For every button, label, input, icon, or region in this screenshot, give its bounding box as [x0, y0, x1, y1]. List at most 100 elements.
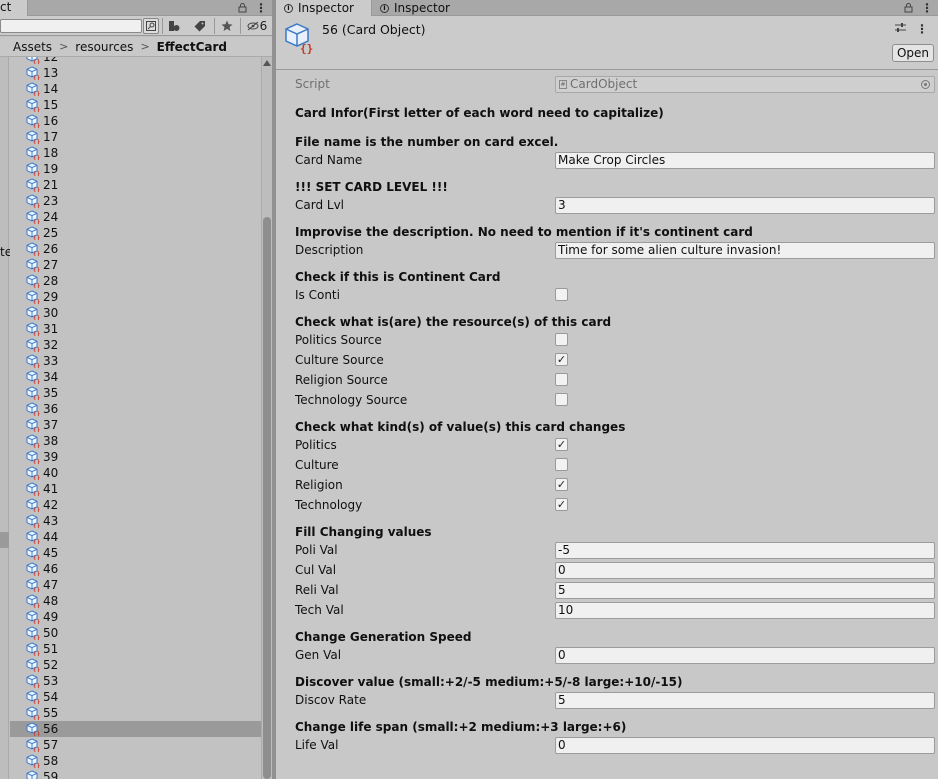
asset-item[interactable]: {} 32 — [10, 337, 261, 353]
text-input[interactable]: Make Crop Circles — [555, 151, 935, 169]
svg-text:{}: {} — [33, 251, 40, 256]
asset-item[interactable]: {} 56 — [10, 721, 261, 737]
asset-item[interactable]: {} 41 — [10, 481, 261, 497]
preset-sliders-icon[interactable] — [895, 22, 906, 33]
asset-item[interactable]: {} 57 — [10, 737, 261, 753]
checkbox[interactable]: ✓ — [555, 498, 568, 511]
kebab-menu-icon[interactable]: ⋮ — [916, 22, 928, 36]
lock-icon[interactable] — [238, 3, 247, 13]
tab-project[interactable]: ct — [0, 0, 28, 16]
asset-item[interactable]: {} 26 — [10, 241, 261, 257]
asset-list-scrollbar[interactable] — [261, 57, 272, 779]
asset-item[interactable]: {} 15 — [10, 97, 261, 113]
asset-item[interactable]: {} 27 — [10, 257, 261, 273]
asset-item[interactable]: {} 14 — [10, 81, 261, 97]
asset-item[interactable]: {} 55 — [10, 705, 261, 721]
asset-item[interactable]: {} 51 — [10, 641, 261, 657]
filter-by-type-button[interactable] — [166, 18, 182, 34]
asset-item[interactable]: {} 24 — [10, 209, 261, 225]
asset-item[interactable]: {} 46 — [10, 561, 261, 577]
text-input[interactable]: 3 — [555, 196, 935, 214]
asset-item[interactable]: {} 28 — [10, 273, 261, 289]
text-input[interactable]: 0 — [555, 736, 935, 754]
asset-item[interactable]: {} 48 — [10, 593, 261, 609]
text-input[interactable]: 5 — [555, 691, 935, 709]
asset-item[interactable]: {} 31 — [10, 321, 261, 337]
asset-item[interactable]: {} 29 — [10, 289, 261, 305]
scrollbar-thumb[interactable] — [263, 217, 271, 779]
scriptable-object-icon: {} — [26, 306, 40, 320]
asset-item[interactable]: {} 54 — [10, 689, 261, 705]
project-search-input[interactable] — [0, 19, 142, 33]
checkbox[interactable] — [555, 288, 568, 301]
asset-item[interactable]: {} 35 — [10, 385, 261, 401]
checkbox[interactable] — [555, 373, 568, 386]
asset-item[interactable]: {} 33 — [10, 353, 261, 369]
tab-inspector-2[interactable]: i Inspector — [372, 0, 482, 16]
asset-item[interactable]: {} 17 — [10, 129, 261, 145]
asset-item[interactable]: {} 37 — [10, 417, 261, 433]
asset-item[interactable]: {} 43 — [10, 513, 261, 529]
asset-item[interactable]: {} 59 — [10, 769, 261, 779]
asset-item[interactable]: {} 50 — [10, 625, 261, 641]
asset-item[interactable]: {} 52 — [10, 657, 261, 673]
section-header: Check if this is Continent Card — [295, 270, 501, 284]
asset-item[interactable]: {} 23 — [10, 193, 261, 209]
asset-item[interactable]: {} 19 — [10, 161, 261, 177]
asset-item[interactable]: {} 53 — [10, 673, 261, 689]
favorites-button[interactable] — [219, 18, 235, 34]
text-input[interactable]: 10 — [555, 601, 935, 619]
asset-item[interactable]: {} 21 — [10, 177, 261, 193]
checkbox[interactable]: ✓ — [555, 353, 568, 366]
breadcrumb-item-resources[interactable]: resources — [75, 40, 133, 54]
asset-item[interactable]: {} 49 — [10, 609, 261, 625]
checkbox[interactable]: ✓ — [555, 438, 568, 451]
asset-item[interactable]: {} 16 — [10, 113, 261, 129]
asset-item[interactable]: {} 45 — [10, 545, 261, 561]
object-picker-icon[interactable] — [921, 79, 930, 89]
asset-item[interactable]: {} 39 — [10, 449, 261, 465]
text-input[interactable]: 0 — [555, 561, 935, 579]
text-input[interactable]: 0 — [555, 646, 935, 664]
checkbox[interactable] — [555, 333, 568, 346]
filter-by-label-button[interactable] — [192, 18, 208, 34]
scroll-up-arrow-icon[interactable] — [263, 60, 271, 66]
text-input[interactable]: 5 — [555, 581, 935, 599]
asset-item[interactable]: {} 12 — [10, 57, 261, 65]
asset-item[interactable]: {} 36 — [10, 401, 261, 417]
checkbox[interactable] — [555, 458, 568, 471]
asset-item[interactable]: {} 58 — [10, 753, 261, 769]
scriptable-object-icon: {} — [26, 258, 40, 272]
checkbox[interactable] — [555, 393, 568, 406]
hidden-packages-toggle[interactable]: 6 — [245, 18, 269, 34]
search-by-type-button[interactable] — [143, 18, 159, 34]
asset-item[interactable]: {} 25 — [10, 225, 261, 241]
asset-item-label: 23 — [43, 194, 59, 208]
asset-item-label: 13 — [43, 66, 59, 80]
tab-inspector-1[interactable]: i Inspector — [276, 0, 372, 16]
asset-item[interactable]: {} 44 — [10, 529, 261, 545]
open-button[interactable]: Open — [892, 44, 934, 62]
checkbox[interactable]: ✓ — [555, 478, 568, 491]
asset-item[interactable]: {} 47 — [10, 577, 261, 593]
text-input[interactable]: -5 — [555, 541, 935, 559]
field-label: Religion — [295, 478, 343, 492]
text-input[interactable]: Time for some alien culture invasion! — [555, 241, 935, 259]
asset-item[interactable]: {} 42 — [10, 497, 261, 513]
breadcrumb-item-assets[interactable]: Assets — [13, 40, 52, 54]
asset-item[interactable]: {} 13 — [10, 65, 261, 81]
kebab-menu-icon[interactable]: ⋮ — [255, 1, 267, 15]
asset-item-label: 43 — [43, 514, 59, 528]
asset-item[interactable]: {} 30 — [10, 305, 261, 321]
asset-item[interactable]: {} 40 — [10, 465, 261, 481]
asset-item[interactable]: {} 38 — [10, 433, 261, 449]
asset-item[interactable]: {} 18 — [10, 145, 261, 161]
asset-item-label: 15 — [43, 98, 59, 112]
section-header: Change life span (small:+2 medium:+3 lar… — [295, 720, 627, 734]
lock-icon[interactable] — [904, 3, 913, 13]
breadcrumb-item-effectcard[interactable]: EffectCard — [157, 40, 227, 54]
tag-icon — [194, 21, 205, 32]
asset-item[interactable]: {} 34 — [10, 369, 261, 385]
svg-text:{}: {} — [33, 107, 40, 112]
kebab-menu-icon[interactable]: ⋮ — [921, 1, 933, 15]
